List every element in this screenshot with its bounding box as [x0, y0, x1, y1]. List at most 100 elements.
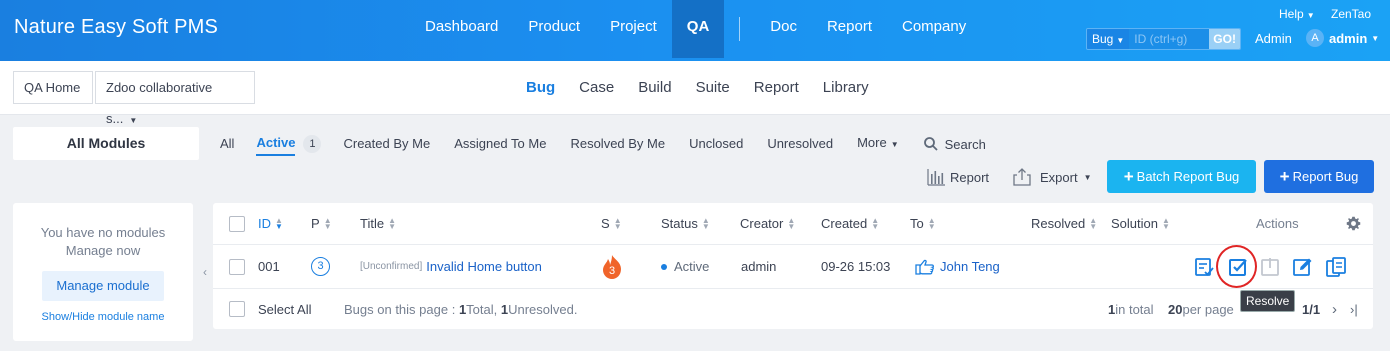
plus-icon: +	[1279, 167, 1290, 186]
severity-cell: 3	[601, 245, 623, 288]
show-hide-module-name-link[interactable]: Show/Hide module name	[13, 311, 193, 323]
export-action-label: Export	[1040, 169, 1078, 185]
summary-total: 1	[458, 301, 467, 317]
header-title[interactable]: Title ▲ ▼	[360, 203, 396, 244]
header-severity[interactable]: S ▲ ▼	[601, 203, 622, 244]
report-bug-button[interactable]: + Report Bug	[1264, 160, 1374, 193]
copy-bug-icon[interactable]	[1324, 255, 1348, 279]
header-creator-label: Creator	[740, 216, 784, 231]
nav-project[interactable]: Project	[595, 0, 672, 58]
header-creator[interactable]: Creator ▲ ▼	[740, 203, 795, 244]
tab-bug[interactable]: Bug	[514, 61, 567, 115]
header-priority[interactable]: P ▲ ▼	[311, 203, 332, 244]
header-resolved[interactable]: Resolved ▲ ▼	[1031, 203, 1097, 244]
nav-report[interactable]: Report	[812, 0, 887, 58]
no-modules-line2: Manage now	[65, 243, 141, 258]
nav-qa[interactable]: QA	[671, 0, 725, 58]
header-solution[interactable]: Solution ▲ ▼	[1111, 203, 1170, 244]
close-bug-icon[interactable]	[1258, 255, 1282, 279]
export-action[interactable]: Export ▼	[1012, 168, 1092, 186]
assigned-to-cell[interactable]: John Teng	[915, 245, 1000, 288]
filter-more[interactable]: More ▼	[857, 132, 899, 156]
summary-prefix: Bugs on this page :	[344, 301, 456, 317]
app-title: Nature Easy Soft PMS	[14, 16, 219, 38]
help-menu[interactable]: Help ▼	[1279, 7, 1315, 21]
summary-unresolved: 1	[500, 301, 509, 317]
sub-header: QA Home Zdoo collaborative s... ▼ Bug Cas…	[0, 61, 1390, 126]
filter-unresolved[interactable]: Unresolved	[767, 133, 833, 155]
sort-icon: ▲ ▼	[275, 215, 283, 231]
filter-unclosed[interactable]: Unclosed	[689, 133, 743, 155]
user-menu[interactable]: A admin ▼	[1306, 29, 1379, 47]
sort-icon: ▲ ▼	[1089, 215, 1098, 231]
batch-report-bug-button[interactable]: + Batch Report Bug	[1107, 160, 1256, 193]
all-modules-button[interactable]: All Modules	[13, 127, 199, 160]
tab-report[interactable]: Report	[742, 61, 811, 115]
collapse-sidebar-icon[interactable]: ‹	[199, 262, 211, 282]
header-priority-label: P	[311, 216, 320, 231]
sort-icon: ▲ ▼	[927, 215, 936, 231]
confirm-bug-icon[interactable]	[1192, 255, 1216, 279]
select-all-label[interactable]: Select All	[258, 289, 311, 329]
filter-active[interactable]: Active	[256, 132, 296, 156]
report-action[interactable]: Report	[926, 168, 989, 186]
search-type-select[interactable]: Bug ▼	[1087, 29, 1130, 49]
filter-resolved-by-me[interactable]: Resolved By Me	[570, 133, 665, 155]
chevron-down-icon: ▼	[1306, 11, 1315, 20]
header-status-label: Status	[661, 216, 698, 231]
search-input[interactable]	[1129, 29, 1210, 49]
gear-icon[interactable]	[1346, 203, 1361, 244]
nav-doc[interactable]: Doc	[755, 0, 812, 58]
filter-search[interactable]: Search	[923, 136, 986, 152]
select-all-header-checkbox[interactable]	[229, 215, 245, 232]
export-icon	[1013, 168, 1031, 186]
bug-filters: All Active 1 Created By Me Assigned To M…	[210, 132, 986, 156]
status-cell: Active	[661, 245, 709, 288]
header-id[interactable]: ID ▲ ▼	[258, 203, 283, 244]
manage-module-button[interactable]: Manage module	[42, 271, 164, 301]
breadcrumb-product-select[interactable]: Zdoo collaborative s... ▼	[95, 71, 255, 126]
row-select-cell	[229, 245, 245, 288]
top-header: Nature Easy Soft PMS Dashboard Product P…	[0, 0, 1390, 61]
creator-cell: admin	[741, 259, 777, 274]
row-checkbox[interactable]	[229, 258, 245, 275]
nav-dashboard[interactable]: Dashboard	[410, 0, 513, 58]
filter-assigned-to-me[interactable]: Assigned To Me	[454, 133, 546, 155]
select-all-checkbox[interactable]	[229, 301, 245, 317]
report-bug-label: Report Bug	[1292, 169, 1359, 184]
records-total-label: in total	[1115, 301, 1154, 317]
header-resolved-label: Resolved	[1031, 216, 1086, 231]
edit-bug-icon[interactable]	[1290, 255, 1314, 279]
header-solution-label: Solution	[1111, 216, 1158, 231]
next-page-icon[interactable]: ›	[1332, 289, 1337, 329]
global-search: Bug▼ GO!	[1086, 28, 1241, 50]
last-page-icon[interactable]: ›|	[1350, 289, 1358, 329]
filter-created-by-me[interactable]: Created By Me	[343, 133, 430, 155]
per-page-select[interactable]: 20 per page	[1168, 289, 1234, 329]
admin-link[interactable]: Admin	[1255, 31, 1292, 46]
summary-unresolved-label: Unresolved.	[508, 301, 578, 317]
tab-suite[interactable]: Suite	[684, 61, 742, 115]
filter-search-label: Search	[944, 136, 986, 152]
tab-case[interactable]: Case	[567, 61, 626, 115]
header-status[interactable]: Status ▲ ▼	[661, 203, 710, 244]
plus-icon: +	[1123, 167, 1134, 186]
tab-library[interactable]: Library	[811, 61, 881, 115]
search-go-button[interactable]: GO!	[1209, 29, 1240, 49]
nav-product[interactable]: Product	[513, 0, 595, 58]
header-created[interactable]: Created ▲ ▼	[821, 203, 879, 244]
breadcrumb-qa-home[interactable]: QA Home	[13, 71, 93, 104]
header-id-label: ID	[258, 216, 271, 231]
records-total: 1 in total	[1108, 289, 1154, 329]
zentao-link[interactable]: ZenTao	[1331, 7, 1371, 21]
nav-company[interactable]: Company	[887, 0, 981, 58]
header-to[interactable]: To ▲ ▼	[910, 203, 936, 244]
filter-all[interactable]: All	[220, 133, 234, 155]
main-nav: Dashboard Product Project QA Doc Report …	[410, 0, 981, 58]
per-page-num: 20	[1168, 301, 1183, 317]
bug-table: ID ▲ ▼ P ▲ ▼ Title ▲ ▼ S ▲ ▼ Status ▲ ▼ Creator ▲ ▼ …	[213, 203, 1373, 329]
tab-build[interactable]: Build	[626, 61, 683, 115]
table-row[interactable]: 001 3 [Unconfirmed] Invalid Home button …	[213, 245, 1373, 289]
bug-title-link[interactable]: Invalid Home button	[426, 259, 542, 274]
sort-icon: ▲ ▼	[871, 215, 880, 231]
